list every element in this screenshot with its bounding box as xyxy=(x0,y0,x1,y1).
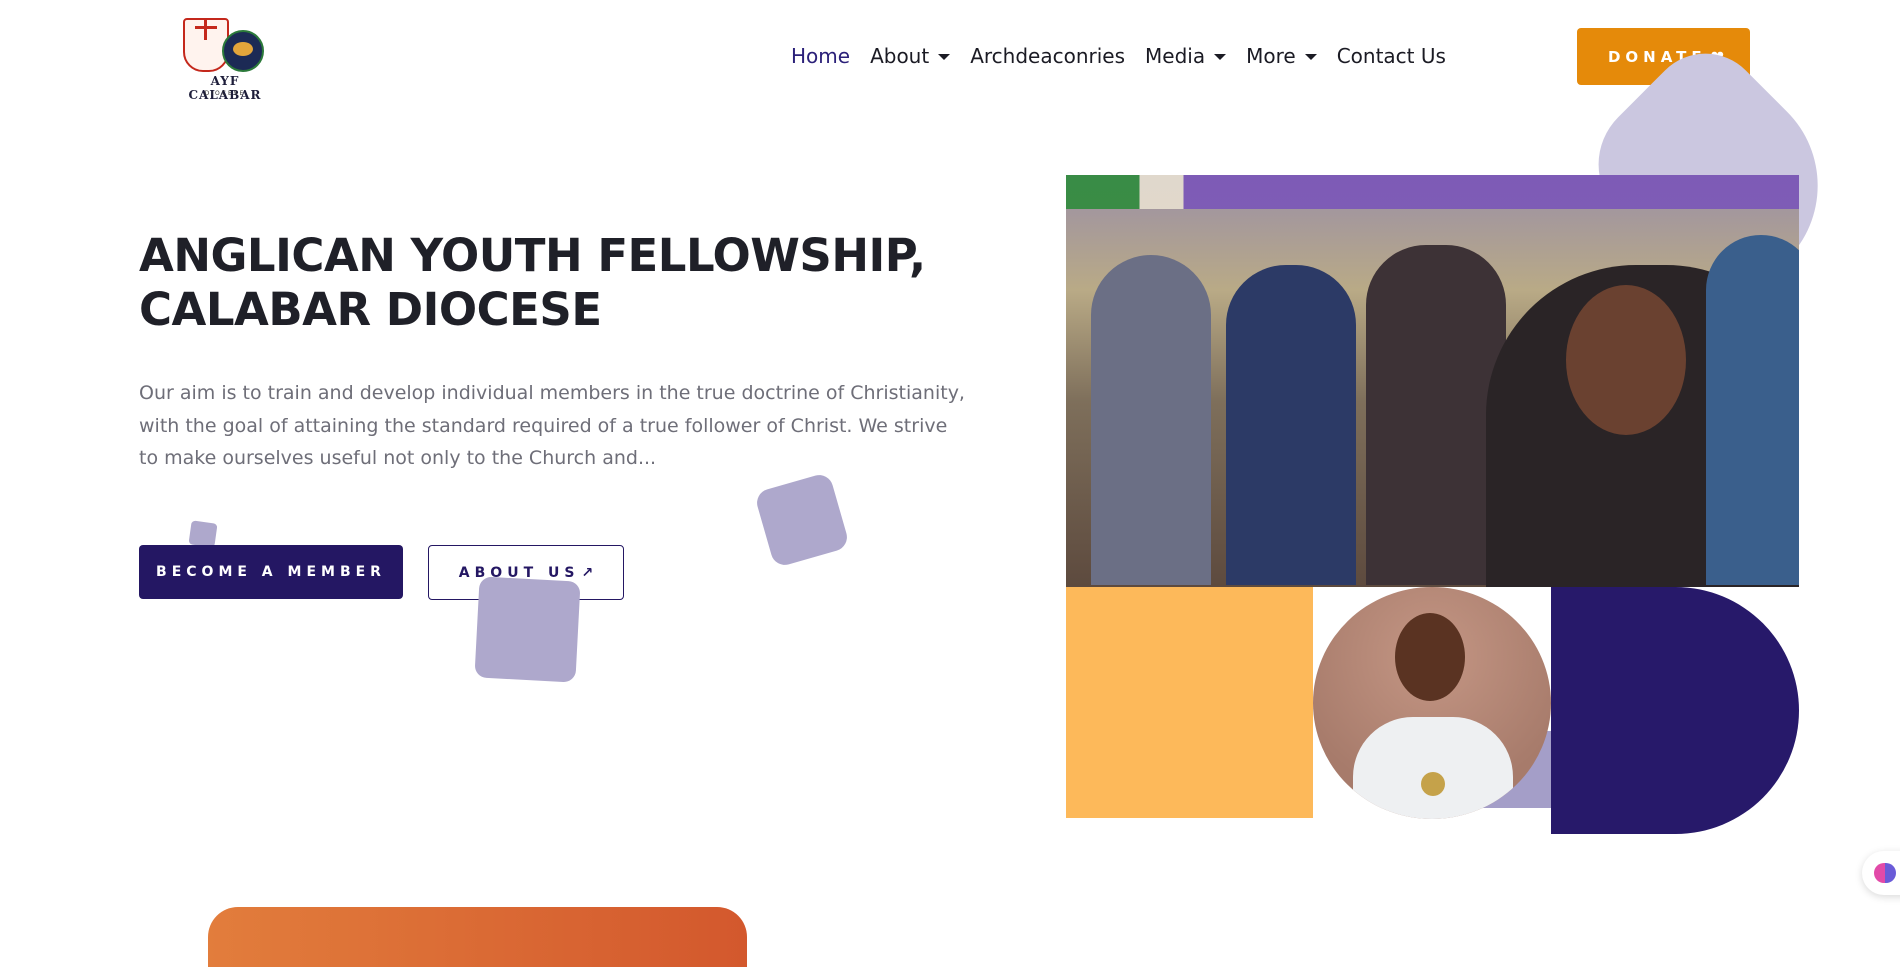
nav-item-label: About xyxy=(870,44,930,68)
hero-title: ANGLICAN YOUTH FELLOWSHIP, CALABAR DIOCE… xyxy=(139,229,926,337)
decorative-square xyxy=(474,576,581,683)
hero-title-line: CALABAR DIOCESE xyxy=(139,283,602,336)
caret-down-icon xyxy=(938,54,951,60)
site-logo[interactable]: AYF CALABAR DIOCESE xyxy=(170,16,280,102)
brain-icon xyxy=(1874,863,1896,883)
member-portrait-photo xyxy=(1313,587,1551,819)
worship-photo xyxy=(1066,175,1799,587)
hero-description: Our aim is to train and develop individu… xyxy=(139,382,965,469)
nav-item-more[interactable]: More xyxy=(1246,44,1317,68)
nav-item-media[interactable]: Media xyxy=(1145,44,1227,68)
caret-down-icon xyxy=(1304,54,1317,60)
decorative-square xyxy=(753,471,851,569)
decorative-square xyxy=(188,520,218,548)
decorative-yellow-tile xyxy=(1066,587,1313,818)
logo-subtitle: DIOCESE xyxy=(204,90,246,97)
nav-item-label: Media xyxy=(1145,44,1206,68)
external-link-icon: ↗ xyxy=(581,564,594,581)
become-member-button[interactable]: BECOME A MEMBER xyxy=(139,545,403,599)
nav-item-label: Contact Us xyxy=(1336,44,1446,68)
nav-item-label: More xyxy=(1246,44,1296,68)
logo-wordmark: AYF CALABAR xyxy=(188,74,262,102)
main-nav: Home About Archdeaconries Media More Con… xyxy=(791,44,1466,68)
nav-item-archdeaconries[interactable]: Archdeaconries xyxy=(970,44,1125,68)
nav-item-label: Archdeaconries xyxy=(970,44,1126,68)
become-member-label: BECOME A MEMBER xyxy=(156,564,386,580)
assistant-widget-button[interactable] xyxy=(1862,851,1900,895)
nav-item-contact-us[interactable]: Contact Us xyxy=(1337,44,1446,68)
hero-title-line: ANGLICAN YOUTH FELLOWSHIP, xyxy=(139,229,926,282)
nav-item-label: Home xyxy=(791,44,851,68)
ayf-badge-icon xyxy=(222,30,264,72)
nav-item-about[interactable]: About xyxy=(870,44,951,68)
decorative-half-circle xyxy=(1551,587,1799,834)
caret-down-icon xyxy=(1214,54,1227,60)
next-section-card xyxy=(208,907,747,967)
nav-item-home[interactable]: Home xyxy=(791,44,850,68)
